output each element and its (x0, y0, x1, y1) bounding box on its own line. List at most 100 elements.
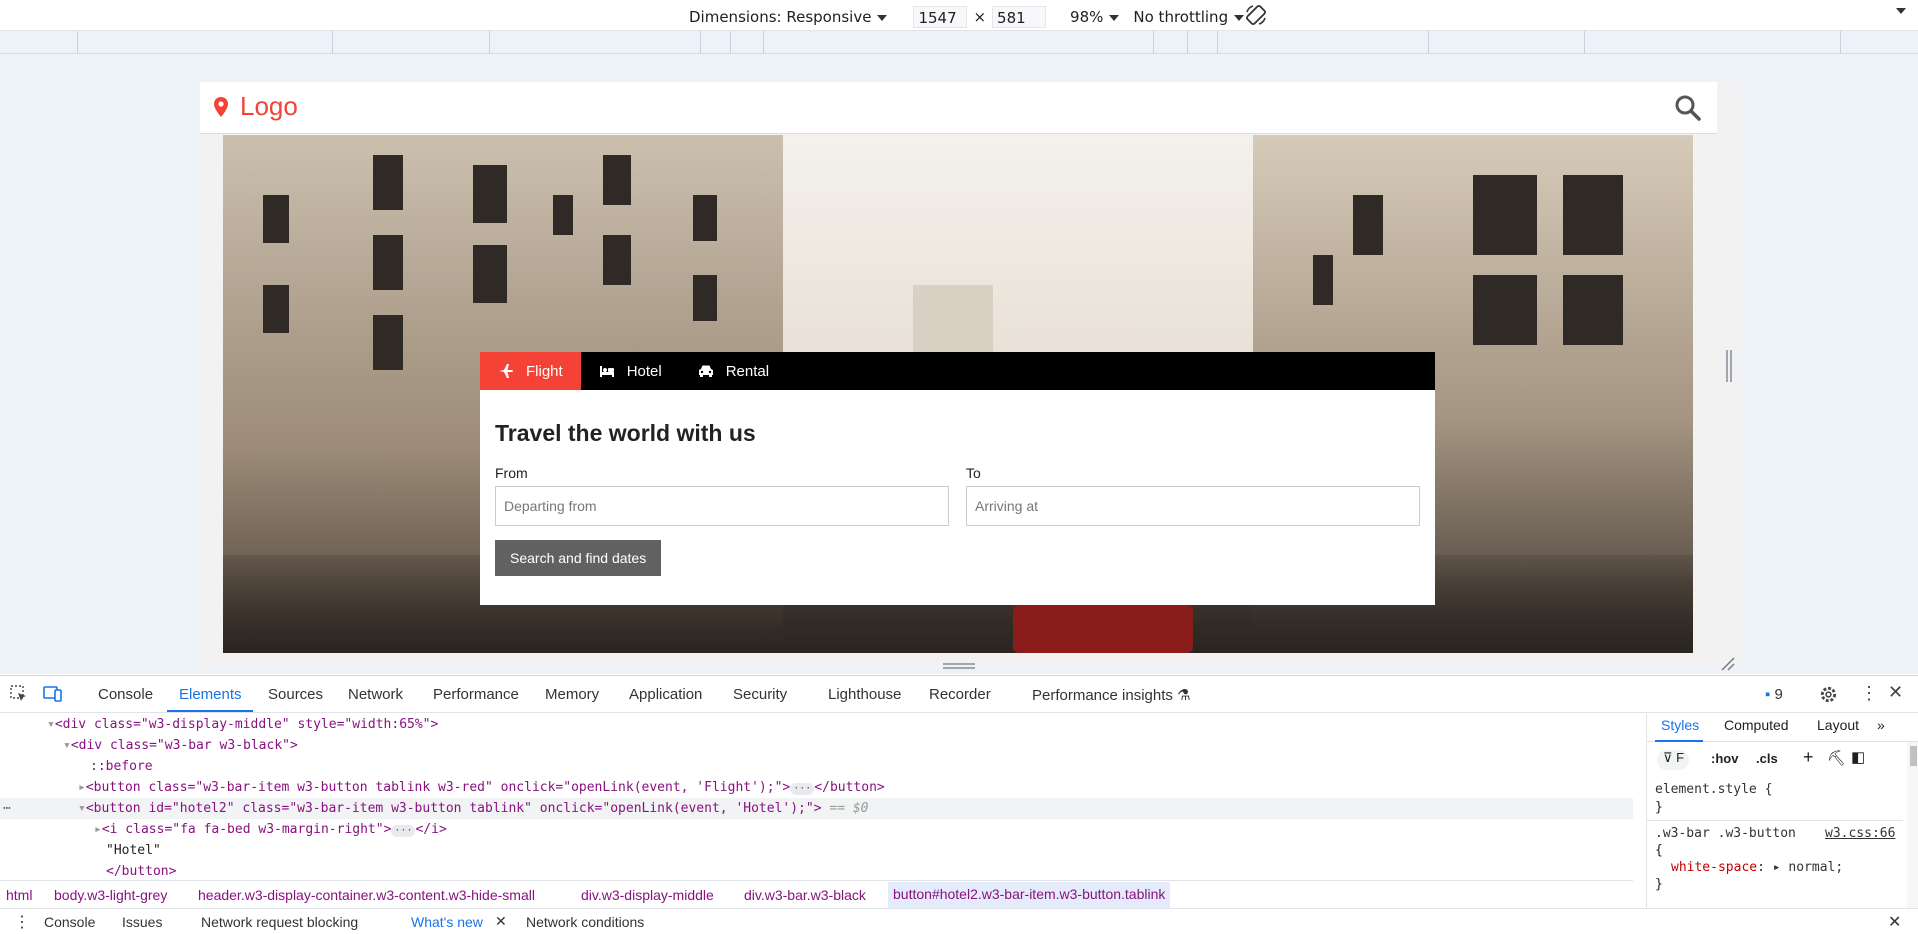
rule-selector[interactable]: .w3-bar .w3-button (1655, 826, 1796, 841)
toolbar-more-chevron-icon[interactable] (1896, 8, 1906, 14)
drawer-tab-console[interactable]: Console (44, 914, 95, 930)
drawer-tab-issues[interactable]: Issues (122, 914, 162, 930)
breadcrumb-item[interactable]: body.w3-light-grey (54, 887, 167, 903)
from-input[interactable] (495, 486, 949, 526)
flask-icon: ⚗ (1177, 687, 1191, 704)
map-marker-icon (214, 96, 228, 117)
paint-brush-icon[interactable]: ⛏ (1827, 749, 1846, 767)
dom-node-div-w3-bar[interactable]: ▾<div class="w3-bar w3-black"> (0, 735, 1633, 756)
rule-source-link[interactable]: w3.css:66 (1825, 826, 1895, 841)
css-property-name[interactable]: white-space: ▸ normal; (1671, 860, 1843, 875)
active-tab-indicator (167, 710, 253, 712)
search-dates-button[interactable]: Search and find dates (495, 540, 662, 576)
height-input[interactable]: 581 (992, 6, 1047, 28)
times-sign: × (973, 8, 987, 26)
tab-sources[interactable]: Sources (268, 686, 323, 703)
tab-network[interactable]: Network (348, 686, 403, 703)
breadcrumb-item[interactable]: html (6, 887, 32, 903)
tab-performance[interactable]: Performance (433, 686, 519, 703)
to-field-group: To (966, 463, 1420, 526)
tab-hotel[interactable]: Hotel (581, 352, 680, 390)
dom-node-before[interactable]: ::before (0, 756, 1633, 777)
more-tabs-icon[interactable]: » (1877, 717, 1885, 733)
ellipsis-pill[interactable]: ··· (790, 783, 815, 795)
resize-handle-bottom[interactable] (943, 663, 975, 669)
cls-toggle[interactable]: .cls (1756, 751, 1778, 766)
styles-scrollbar-thumb[interactable] (1910, 746, 1917, 766)
tab-console[interactable]: Console (98, 686, 153, 703)
add-rule-icon[interactable]: + (1803, 747, 1814, 768)
tab-styles[interactable]: Styles (1661, 717, 1699, 733)
resize-corner-icon[interactable] (1720, 656, 1736, 672)
dom-node-i-bed[interactable]: ▸<i class="fa fa-bed w3-margin-right"> ··… (0, 819, 1633, 840)
hov-toggle[interactable]: :hov (1711, 751, 1738, 766)
device-toolbar: Dimensions: Responsive 1547 × 581 98% No… (0, 0, 1918, 31)
dom-line-text: "Hotel" (106, 843, 161, 858)
tab-computed[interactable]: Computed (1724, 717, 1789, 733)
drawer-menu-icon[interactable]: ⋮ (14, 912, 30, 932)
zoom-dropdown[interactable]: 98% (1070, 8, 1120, 26)
tab-recorder[interactable]: Recorder (929, 686, 991, 703)
breadcrumb-item-active[interactable]: button#hotel2.w3-bar-item.w3-button.tabl… (888, 882, 1171, 908)
tab-performance-insights[interactable]: Performance insights ⚗ (1032, 686, 1191, 704)
styles-scrollbar[interactable] (1907, 742, 1918, 908)
tab-memory[interactable]: Memory (545, 686, 599, 703)
dom-line-text: ::before (90, 759, 153, 774)
from-field-group: From (495, 463, 949, 526)
issues-count: 9 (1774, 686, 1783, 703)
element-style-selector[interactable]: element.style { (1655, 782, 1772, 797)
kebab-menu-icon[interactable]: ⋮ (1860, 683, 1878, 704)
dom-node-button-hotel-selected[interactable]: ▾<button id="hotel2" class="w3-bar-item … (0, 798, 1633, 819)
breadcrumb-item[interactable]: div.w3-display-middle (581, 887, 714, 903)
inspect-element-icon[interactable] (10, 685, 28, 703)
drawer-tab-network-conditions[interactable]: Network conditions (526, 914, 644, 930)
device-toggle-icon[interactable] (43, 684, 63, 704)
tab-application[interactable]: Application (629, 686, 702, 703)
drawer-tab-network-request-blocking[interactable]: Network request blocking (201, 914, 358, 930)
dimensions-dropdown[interactable]: Dimensions: Responsive (689, 8, 888, 26)
red-bus (1013, 605, 1193, 653)
dom-node-text-hotel[interactable]: "Hotel" (0, 840, 1633, 861)
dom-tree: ▾<div class="w3-display-middle" style="w… (0, 714, 1633, 880)
logo[interactable]: Logo (214, 91, 298, 122)
card-title: Travel the world with us (495, 420, 756, 446)
drawer-tab-bar: ⋮ Console Issues Network request blockin… (0, 908, 1918, 934)
tab-rental[interactable]: Rental (680, 352, 787, 390)
tab-layout[interactable]: Layout (1817, 717, 1859, 733)
close-drawer-icon[interactable]: ✕ (1888, 912, 1901, 932)
tab-security[interactable]: Security (733, 686, 787, 703)
tab-lighthouse[interactable]: Lighthouse (828, 686, 901, 703)
breadcrumb-item[interactable]: header.w3-display-container.w3-content.w… (198, 887, 535, 903)
close-devtools-icon[interactable]: ✕ (1888, 682, 1903, 703)
sidebar-toggle-icon[interactable]: ◧ (1851, 748, 1865, 766)
resize-handle-right[interactable] (1726, 350, 1732, 382)
page-frame: Logo Flight Hotel Rental Travel the worl… (200, 82, 1741, 667)
expand-triangle-icon: ▾ (78, 801, 86, 816)
site-header: Logo (200, 82, 1717, 134)
ellipsis-pill[interactable]: ··· (391, 825, 416, 837)
styles-pane: Styles Computed Layout » ⊽ F :hov .cls +… (1646, 714, 1918, 908)
tab-label: Hotel (626, 362, 662, 380)
drawer-tab-whats-new[interactable]: What's new (411, 914, 483, 930)
media-query-bar[interactable] (0, 31, 1918, 54)
tab-flight[interactable]: Flight (480, 352, 581, 390)
rotate-icon[interactable] (1244, 3, 1268, 27)
dom-node-button-close[interactable]: </button> (0, 861, 1633, 880)
dom-node-div-display-middle[interactable]: ▾<div class="w3-display-middle" style="w… (0, 714, 1633, 735)
row-ellipsis-icon[interactable]: ⋯ (3, 798, 11, 819)
collapse-triangle-icon: ▸ (94, 822, 102, 837)
filter-input[interactable]: ⊽ F (1657, 750, 1689, 770)
tab-elements[interactable]: Elements (179, 686, 242, 703)
to-input[interactable] (966, 486, 1420, 526)
issues-badge[interactable]: ▪ 9 (1765, 686, 1783, 703)
flight-panel: Travel the world with us From To Search … (495, 390, 1420, 576)
close-drawer-tab-icon[interactable]: ✕ (495, 913, 507, 930)
dimensions-label: Dimensions: Responsive (689, 8, 872, 26)
dom-node-button-flight[interactable]: ▸<button class="w3-bar-item w3-button ta… (0, 777, 1633, 798)
breadcrumb-item[interactable]: div.w3-bar.w3-black (744, 887, 866, 903)
device-dimensions-group: Dimensions: Responsive 1547 × 581 98% No… (689, 6, 1245, 28)
width-input[interactable]: 1547 (913, 6, 968, 28)
throttling-dropdown[interactable]: No throttling (1133, 8, 1245, 26)
search-icon[interactable] (1674, 94, 1702, 122)
settings-gear-icon[interactable] (1819, 685, 1838, 704)
